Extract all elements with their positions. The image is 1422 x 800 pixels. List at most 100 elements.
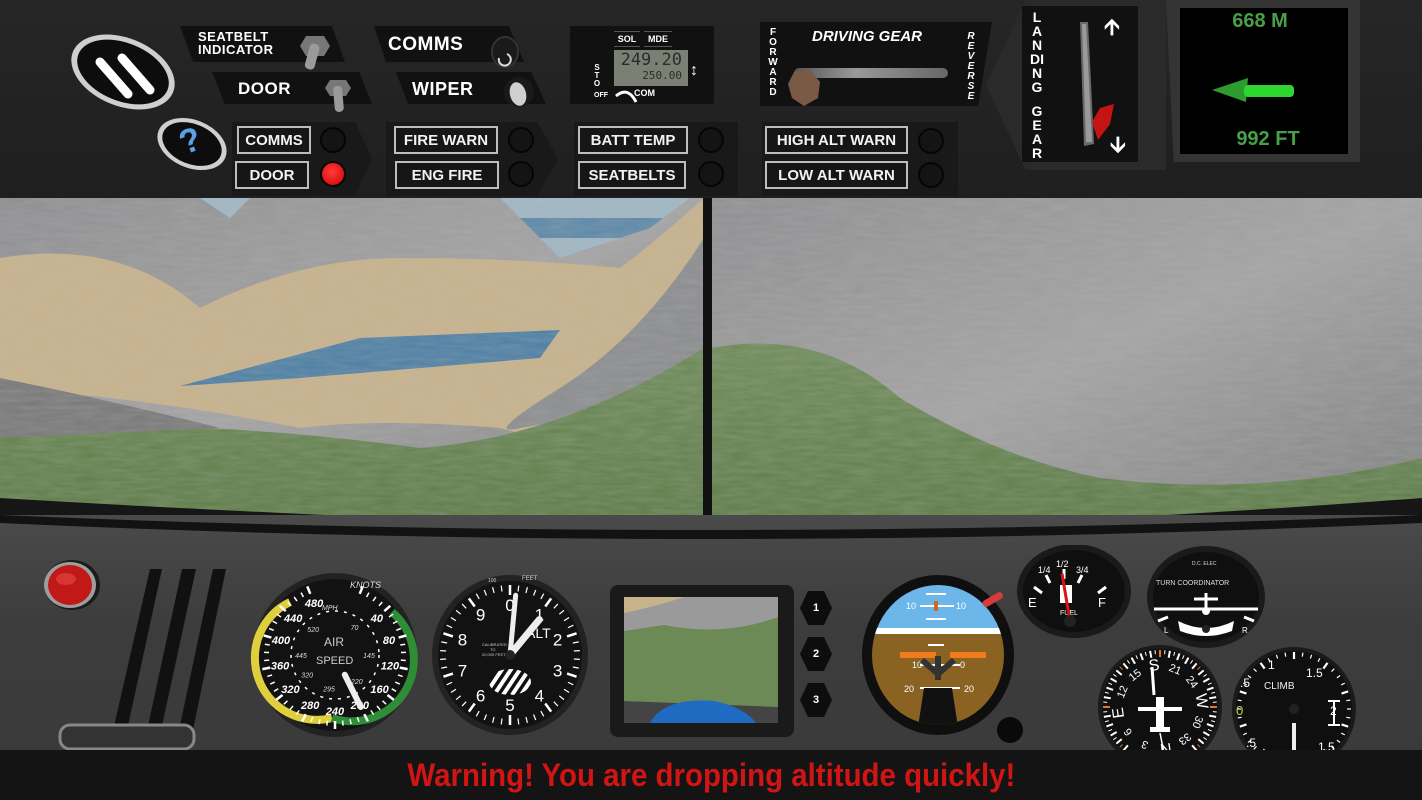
eng-fire-lamp bbox=[508, 161, 534, 187]
door-warning-lamp bbox=[320, 161, 346, 187]
camera-button-3[interactable]: 3 bbox=[800, 683, 832, 717]
seatbelt-toggle-switch[interactable] bbox=[298, 32, 332, 74]
pitch-label-20-right: 20 bbox=[964, 684, 974, 694]
mde-button[interactable]: MDE bbox=[644, 31, 672, 47]
airspeed-knots-label: KNOTS bbox=[350, 580, 381, 590]
airspeed-tick bbox=[262, 666, 271, 671]
door-switch-label: DOOR bbox=[238, 79, 291, 98]
camera-monitor bbox=[610, 585, 794, 737]
fire-warn-label: FIRE WARN bbox=[394, 126, 498, 154]
heading-indicator: S 2124W3033N36E1215 bbox=[1098, 645, 1222, 767]
wiper-switch-label: WIPER bbox=[412, 79, 474, 99]
airspeed-tick-label: 440 bbox=[283, 613, 303, 625]
comms-switch-label: COMMS bbox=[388, 34, 464, 55]
camera-view bbox=[624, 597, 778, 723]
swap-vertical-icon[interactable]: ↕ bbox=[690, 62, 698, 80]
heading-tick bbox=[1149, 650, 1153, 658]
airspeed-tick bbox=[341, 720, 344, 726]
low-alt-warn-lamp bbox=[918, 162, 944, 188]
turn-left-label: L bbox=[1164, 626, 1169, 635]
airspeed-mph-label: 70 bbox=[351, 625, 359, 632]
sto-button[interactable]: STO bbox=[592, 64, 602, 90]
fuel-label-quarter: 1/4 bbox=[1038, 565, 1051, 575]
airspeed-tick bbox=[399, 666, 408, 671]
vsi-label-0.5-up: .5 bbox=[1240, 676, 1250, 690]
radio-lcd: 249.20 250.00 bbox=[614, 50, 688, 86]
altimeter-number: 7 bbox=[458, 661, 467, 680]
altimeter-tick bbox=[500, 585, 503, 592]
high-alt-warn-label: HIGH ALT WARN bbox=[765, 126, 908, 154]
airspeed-tick-label: 80 bbox=[383, 635, 396, 647]
airspeed-mph-label: 295 bbox=[322, 686, 335, 693]
altitude-readout: 992 FT bbox=[1236, 128, 1300, 150]
vsi-label-1.5-up: 1.5 bbox=[1306, 666, 1323, 680]
warning-banner: Warning! You are dropping altitude quick… bbox=[0, 750, 1422, 800]
fire-warn-lamp bbox=[508, 127, 534, 153]
nav-display: 668 M 992 FT bbox=[1180, 8, 1348, 154]
batt-temp-label: BATT TEMP bbox=[578, 126, 688, 154]
heading-tick bbox=[1209, 714, 1217, 718]
turn-right-label: R bbox=[1242, 626, 1248, 635]
high-alt-warn-lamp bbox=[918, 128, 944, 154]
slip-ball bbox=[1202, 625, 1210, 633]
door-toggle-switch[interactable] bbox=[324, 76, 352, 118]
vertical-speed-indicator: CLIMB .5 1 1.5 2 1.5 1 .5 0 bbox=[1232, 647, 1356, 767]
vsi-label-0.5-down: .5 bbox=[1246, 736, 1256, 750]
airspeed-mph-label: MPH bbox=[322, 605, 339, 612]
altimeter-number: 8 bbox=[458, 631, 467, 650]
distance-readout: 668 M bbox=[1232, 10, 1288, 32]
standby-frequency: 250.00 bbox=[642, 69, 682, 82]
vsi-tick bbox=[1346, 699, 1351, 702]
altimeter-number: 2 bbox=[553, 631, 562, 650]
airspeed-center-line1: AIR bbox=[324, 635, 344, 649]
fuel-label-f: F bbox=[1098, 595, 1106, 610]
seatbelts-label: SEATBELTS bbox=[578, 161, 686, 189]
airspeed-mph-label: 520 bbox=[307, 627, 319, 634]
help-button[interactable]: ? bbox=[154, 116, 230, 172]
airspeed-center-line2: SPEED bbox=[316, 655, 353, 667]
altitude-warning-message: Warning! You are dropping altitude quick… bbox=[407, 756, 1015, 793]
throttle-handle[interactable] bbox=[58, 723, 196, 751]
vsi-tick bbox=[1346, 716, 1351, 719]
vsi-tick bbox=[1284, 652, 1287, 657]
forward-label: FORWARD bbox=[768, 27, 778, 98]
airspeed-tick bbox=[264, 643, 270, 646]
airspeed-tick-label: 320 bbox=[281, 684, 300, 696]
attitude-indicator: 10 10 10 0 20 20 bbox=[862, 575, 1023, 743]
arrow-left-icon bbox=[1212, 78, 1294, 102]
fuel-label-half: 1/2 bbox=[1056, 559, 1069, 569]
airspeed-mph-label: 145 bbox=[363, 653, 375, 660]
altimeter-number: 9 bbox=[476, 606, 485, 625]
batt-temp-lamp bbox=[698, 127, 724, 153]
reverse-label: REVERSE bbox=[967, 31, 975, 102]
airspeed-tick-label: 160 bbox=[370, 684, 389, 696]
pause-button[interactable] bbox=[66, 30, 180, 110]
airspeed-indicator: KNOTS MPH AIR SPEED 40801201602002402803… bbox=[250, 573, 418, 737]
radio-off-label: OFF bbox=[594, 92, 608, 99]
comms-warning-label: COMMS bbox=[237, 126, 311, 154]
camera-button-1[interactable]: 1 bbox=[800, 591, 832, 625]
windshield-divider bbox=[703, 198, 712, 533]
driving-gear-handle[interactable] bbox=[786, 68, 824, 108]
comms-rotary-knob[interactable] bbox=[490, 36, 520, 72]
airspeed-tick-label: 40 bbox=[370, 613, 384, 625]
airspeed-tick-label: 480 bbox=[304, 598, 324, 610]
airspeed-tick-label: 400 bbox=[271, 635, 291, 647]
sol-button[interactable]: SOL bbox=[614, 31, 640, 47]
airspeed-tick-label: 120 bbox=[381, 661, 400, 673]
driving-gear-title: DRIVING GEAR bbox=[812, 28, 923, 45]
wiper-rotary-knob[interactable] bbox=[502, 74, 536, 110]
camera-button-2[interactable]: 2 bbox=[800, 637, 832, 671]
vsi-label-0: 0 bbox=[1236, 703, 1243, 718]
altimeter-tick bbox=[517, 585, 520, 592]
attitude-adjust-knob[interactable] bbox=[997, 717, 1023, 743]
airspeed-tick bbox=[400, 643, 406, 646]
altimeter-100-label: 100 bbox=[488, 578, 497, 584]
altimeter-number: 5 bbox=[505, 696, 514, 715]
landing-gear-lever[interactable] bbox=[1070, 16, 1120, 156]
turn-dc-elec: D.C. ELEC bbox=[1192, 561, 1217, 567]
altimeter-number: 6 bbox=[476, 686, 485, 705]
eng-fire-label: ENG FIRE bbox=[395, 161, 499, 189]
camera-button-group: 1 2 3 bbox=[800, 591, 834, 731]
altimeter-calibrated-3: 20,000 FEET bbox=[482, 652, 506, 657]
